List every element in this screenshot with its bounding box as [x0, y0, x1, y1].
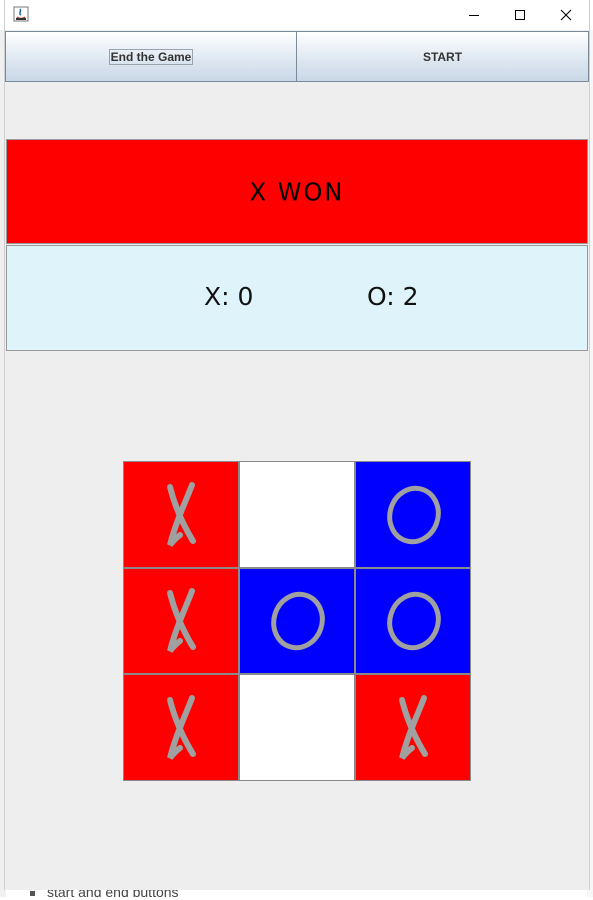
board-cell-6[interactable]	[355, 568, 471, 674]
java-app-icon	[13, 6, 29, 22]
board-cell-3[interactable]	[355, 461, 471, 568]
maximize-icon	[515, 10, 525, 20]
board-cell-8[interactable]	[239, 674, 355, 781]
close-button[interactable]	[543, 0, 589, 30]
tic-tac-toe-board	[123, 461, 471, 781]
score-o: O: 2	[367, 282, 419, 311]
o-mark	[387, 591, 441, 651]
board-cell-1[interactable]	[123, 461, 239, 568]
close-icon	[560, 9, 572, 21]
x-mark	[399, 694, 428, 760]
end-game-label: End the Game	[108, 48, 194, 65]
board-cell-9[interactable]	[355, 674, 471, 781]
score-x: X: 0	[204, 282, 254, 311]
x-mark	[167, 481, 196, 547]
game-window: End the Game START X WON X: 0 O: 2	[4, 0, 590, 890]
board-cell-2[interactable]	[239, 461, 355, 568]
start-button[interactable]: START	[296, 31, 589, 82]
maximize-button[interactable]	[497, 0, 543, 30]
bullet-icon	[30, 890, 35, 896]
x-mark	[167, 588, 196, 653]
board-cell-4[interactable]	[123, 568, 239, 674]
minimize-icon	[469, 15, 479, 16]
board-cell-5[interactable]	[239, 568, 355, 674]
x-mark	[167, 694, 196, 760]
o-mark	[387, 485, 441, 544]
start-label: START	[422, 49, 463, 64]
minimize-button[interactable]	[451, 0, 497, 30]
button-bar: End the Game START	[5, 30, 589, 83]
title-bar[interactable]	[5, 0, 589, 30]
end-game-button[interactable]: End the Game	[5, 31, 297, 82]
score-panel: X: 0 O: 2	[6, 245, 588, 351]
status-banner: X WON	[6, 139, 588, 244]
board-cell-7[interactable]	[123, 674, 239, 781]
winner-text: X WON	[249, 176, 345, 207]
o-mark	[271, 591, 325, 651]
